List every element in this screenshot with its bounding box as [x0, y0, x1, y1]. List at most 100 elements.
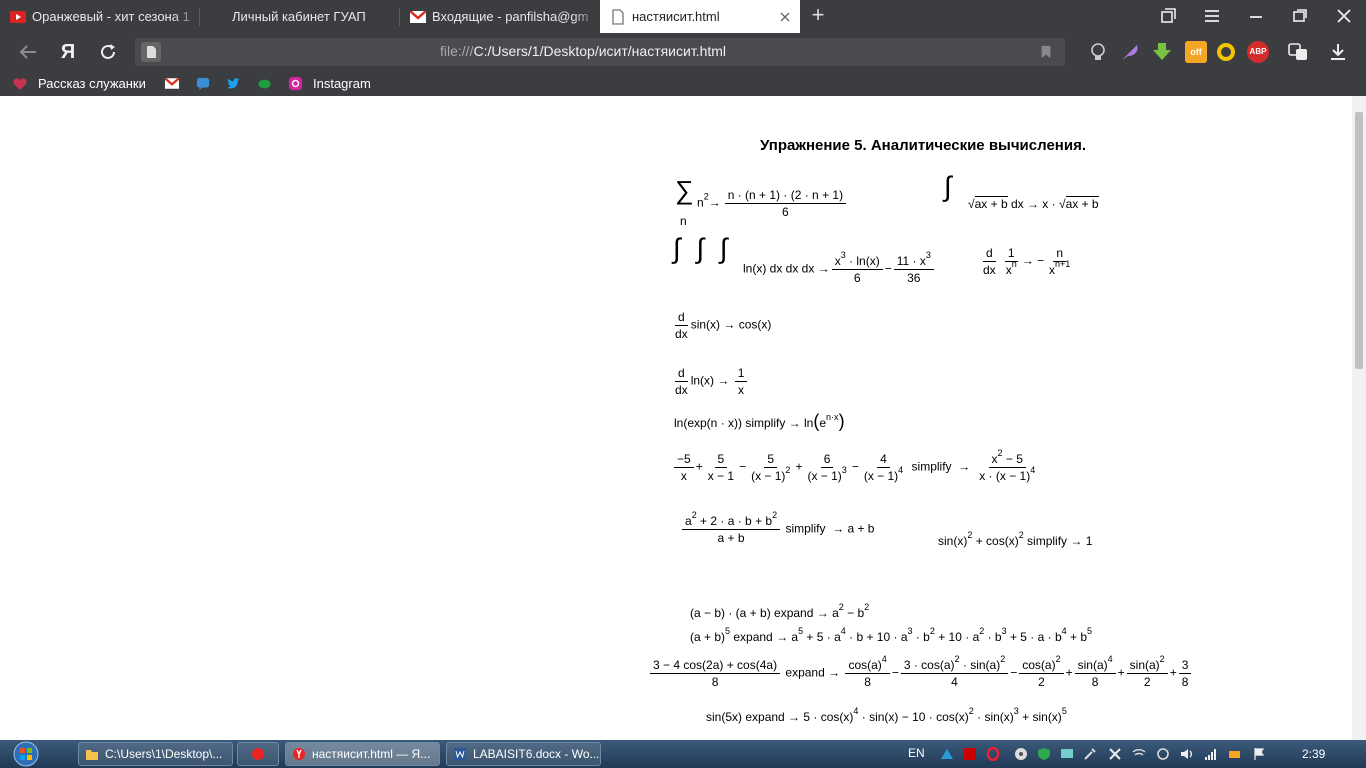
tab-lk-guap[interactable]: Личный кабинет ГУАП: [200, 0, 400, 33]
translate-icon[interactable]: [1287, 41, 1309, 63]
bookmark-label: Instagram: [313, 76, 371, 91]
derivative-power-expression: d dx 1 xn → − n xn+1: [983, 246, 1071, 277]
tray-wifi-x-icon[interactable]: [1132, 747, 1146, 761]
video-icon: [10, 10, 26, 23]
file-page-icon: [141, 42, 161, 62]
triple-integral-expression: ln(x) dx dx dx → x3 · ln(x) 6−11 · x3 36: [743, 251, 936, 285]
url-scheme: file:///: [440, 43, 474, 59]
start-button-icon[interactable]: [6, 741, 46, 767]
twitter-icon: [227, 77, 240, 88]
expand-difference-squares: (a − b) · (a + b) expand → a2 − b2: [690, 602, 870, 621]
offers-extension-icon[interactable]: off: [1185, 41, 1207, 63]
url-text: file:///C:/Users/1/Desktop/исит/настяиси…: [440, 43, 726, 59]
tray-flash-icon[interactable]: [963, 747, 977, 761]
yandex-logo[interactable]: Я: [56, 40, 80, 64]
url-path: C:/Users/1/Desktop/исит/настяисит.html: [473, 43, 727, 59]
minimize-icon[interactable]: [1245, 5, 1267, 27]
bookmark-twitter[interactable]: [226, 71, 241, 96]
integral-symbol: ∫: [944, 171, 952, 202]
yandex-browser-icon: [293, 748, 305, 760]
ab-simplify-expression: a2 + 2 · a · b + b2 a + b simplify → a + …: [680, 511, 874, 545]
system-clock[interactable]: 2:39: [1302, 747, 1325, 761]
scrollbar-thumb[interactable]: [1355, 112, 1363, 369]
feather-icon[interactable]: [1119, 41, 1141, 63]
close-window-icon[interactable]: [1333, 5, 1355, 27]
file-icon: [612, 8, 624, 25]
page-icon: [210, 11, 226, 23]
tray-battery-icon[interactable]: [1228, 747, 1242, 761]
folder-icon: [86, 750, 98, 760]
expand-binomial-fifth: (a + b)5 expand → a5 + 5 · a4 · b + 10 ·…: [690, 626, 1093, 645]
partial-fraction-simplify-expression: −5 x +5 x − 1−5 (x − 1)2 +6 (x − 1)3−4 (x − 1)4…: [672, 449, 1040, 483]
bookmark-chat[interactable]: [196, 71, 210, 96]
adblock-icon[interactable]: ABP: [1247, 41, 1269, 63]
maximize-icon[interactable]: [1289, 5, 1311, 27]
taskbar-explorer[interactable]: C:\Users\1\Desktop\...: [78, 742, 233, 766]
instagram-icon: [288, 76, 303, 91]
tray-shield-icon[interactable]: [1037, 747, 1051, 761]
taskbar-yandex[interactable]: [237, 742, 279, 766]
gmail-icon: [165, 78, 179, 89]
windows-taskbar: C:\Users\1\Desktop\... настяисит.html — …: [0, 740, 1366, 768]
integral-sqrt-expression: √ax + b dx → x · √ax + b: [968, 196, 1099, 211]
downloads-icon[interactable]: [1327, 41, 1349, 63]
tray-yandex-disk-icon[interactable]: [1014, 747, 1028, 761]
ln-exp-simplify-expression: ln(exp(n · x)) simplify → ln(en·x): [674, 411, 845, 431]
close-icon[interactable]: [780, 12, 790, 22]
chat-icon: [196, 77, 210, 90]
bookmarks-bar: Рассказ служанки Instagram: [0, 71, 1366, 96]
download-icon[interactable]: [1151, 41, 1173, 63]
page-title: Упражнение 5. Аналитические вычисления.: [760, 137, 1086, 154]
tray-antivirus-icon[interactable]: [1108, 747, 1122, 761]
back-icon[interactable]: [16, 40, 40, 64]
sum-symbol: ∑: [675, 175, 694, 205]
signal-icon[interactable]: [1204, 747, 1218, 761]
derivative-sin-expression: d dx sin(x) → cos(x): [675, 310, 772, 341]
leaf-icon: [258, 79, 271, 88]
expand-sin5x-expression: sin(5x) expand → 5 · cos(x)4 · sin(x) − …: [706, 706, 1067, 725]
gmail-icon: [410, 10, 426, 23]
expand-cos-expression: 3 − 4 cos(2a) + cos(4a) 8 expand → cos(a)…: [648, 655, 1193, 689]
taskbar-label: настяисит.html — Я...: [312, 747, 431, 761]
address-field[interactable]: file:///C:/Users/1/Desktop/исит/настяиси…: [135, 38, 1065, 66]
tab-oranzhevyi[interactable]: Оранжевый - хит сезона 1: [0, 0, 200, 33]
taskbar-word[interactable]: LABAISIT6.docx - Wo...: [446, 742, 601, 766]
tray-update-icon[interactable]: [1156, 747, 1170, 761]
tab-bar: Оранжевый - хит сезона 1 Личный кабинет …: [0, 0, 1366, 33]
trig-identity-expression: sin(x)2 + cos(x)2 simplify → 1: [938, 530, 1093, 549]
speed-extension-icon[interactable]: [1215, 41, 1237, 63]
bookmark-label: Рассказ служанки: [38, 76, 146, 91]
tab-fade: [572, 0, 600, 33]
bookmark-rasskaz[interactable]: Рассказ служанки: [12, 71, 147, 96]
tab-title: Личный кабинет ГУАП: [232, 9, 366, 24]
page-content: Упражнение 5. Аналитические вычисления. …: [0, 96, 1352, 740]
taskbar-label: LABAISIT6.docx - Wo...: [473, 747, 600, 761]
tab-title: Входящие - panfilsha@gm: [432, 9, 589, 24]
reload-icon[interactable]: [96, 40, 120, 64]
bookmark-icon[interactable]: [1039, 45, 1053, 59]
bookmark-instagram[interactable]: Instagram: [288, 71, 371, 96]
address-bar-row: Я file:///C:/Users/1/Desktop/исит/настяи…: [0, 33, 1366, 71]
volume-icon[interactable]: [1180, 747, 1194, 761]
tab-gmail[interactable]: Входящие - panfilsha@gm: [400, 0, 600, 33]
sum-index: n: [680, 214, 687, 228]
new-tab-button[interactable]: +: [806, 4, 830, 28]
tray-tools-icon[interactable]: [1083, 747, 1097, 761]
taskbar-label: C:\Users\1\Desktop\...: [105, 747, 223, 761]
lightbulb-icon[interactable]: [1087, 41, 1109, 63]
language-indicator[interactable]: EN: [908, 746, 925, 760]
tray-network-monitor-icon[interactable]: [1060, 747, 1074, 761]
action-center-flag-icon[interactable]: [1252, 747, 1266, 761]
tray-triangle-icon[interactable]: [940, 747, 954, 761]
tab-nastyaisit[interactable]: настяисит.html: [600, 0, 800, 33]
tray-opera-icon[interactable]: [986, 747, 1000, 761]
bookmark-green[interactable]: [257, 71, 272, 96]
vertical-scrollbar[interactable]: [1352, 96, 1366, 740]
tab-fade: [172, 0, 200, 33]
menu-icon[interactable]: [1201, 5, 1223, 27]
triple-integral-symbols: ∫ ∫ ∫: [673, 233, 732, 264]
derivative-ln-expression: d dx ln(x) → 1x: [672, 366, 749, 397]
tabs-menu-icon[interactable]: [1157, 5, 1179, 27]
bookmark-gmail[interactable]: [165, 71, 179, 96]
taskbar-browser-window[interactable]: настяисит.html — Я...: [285, 742, 440, 766]
